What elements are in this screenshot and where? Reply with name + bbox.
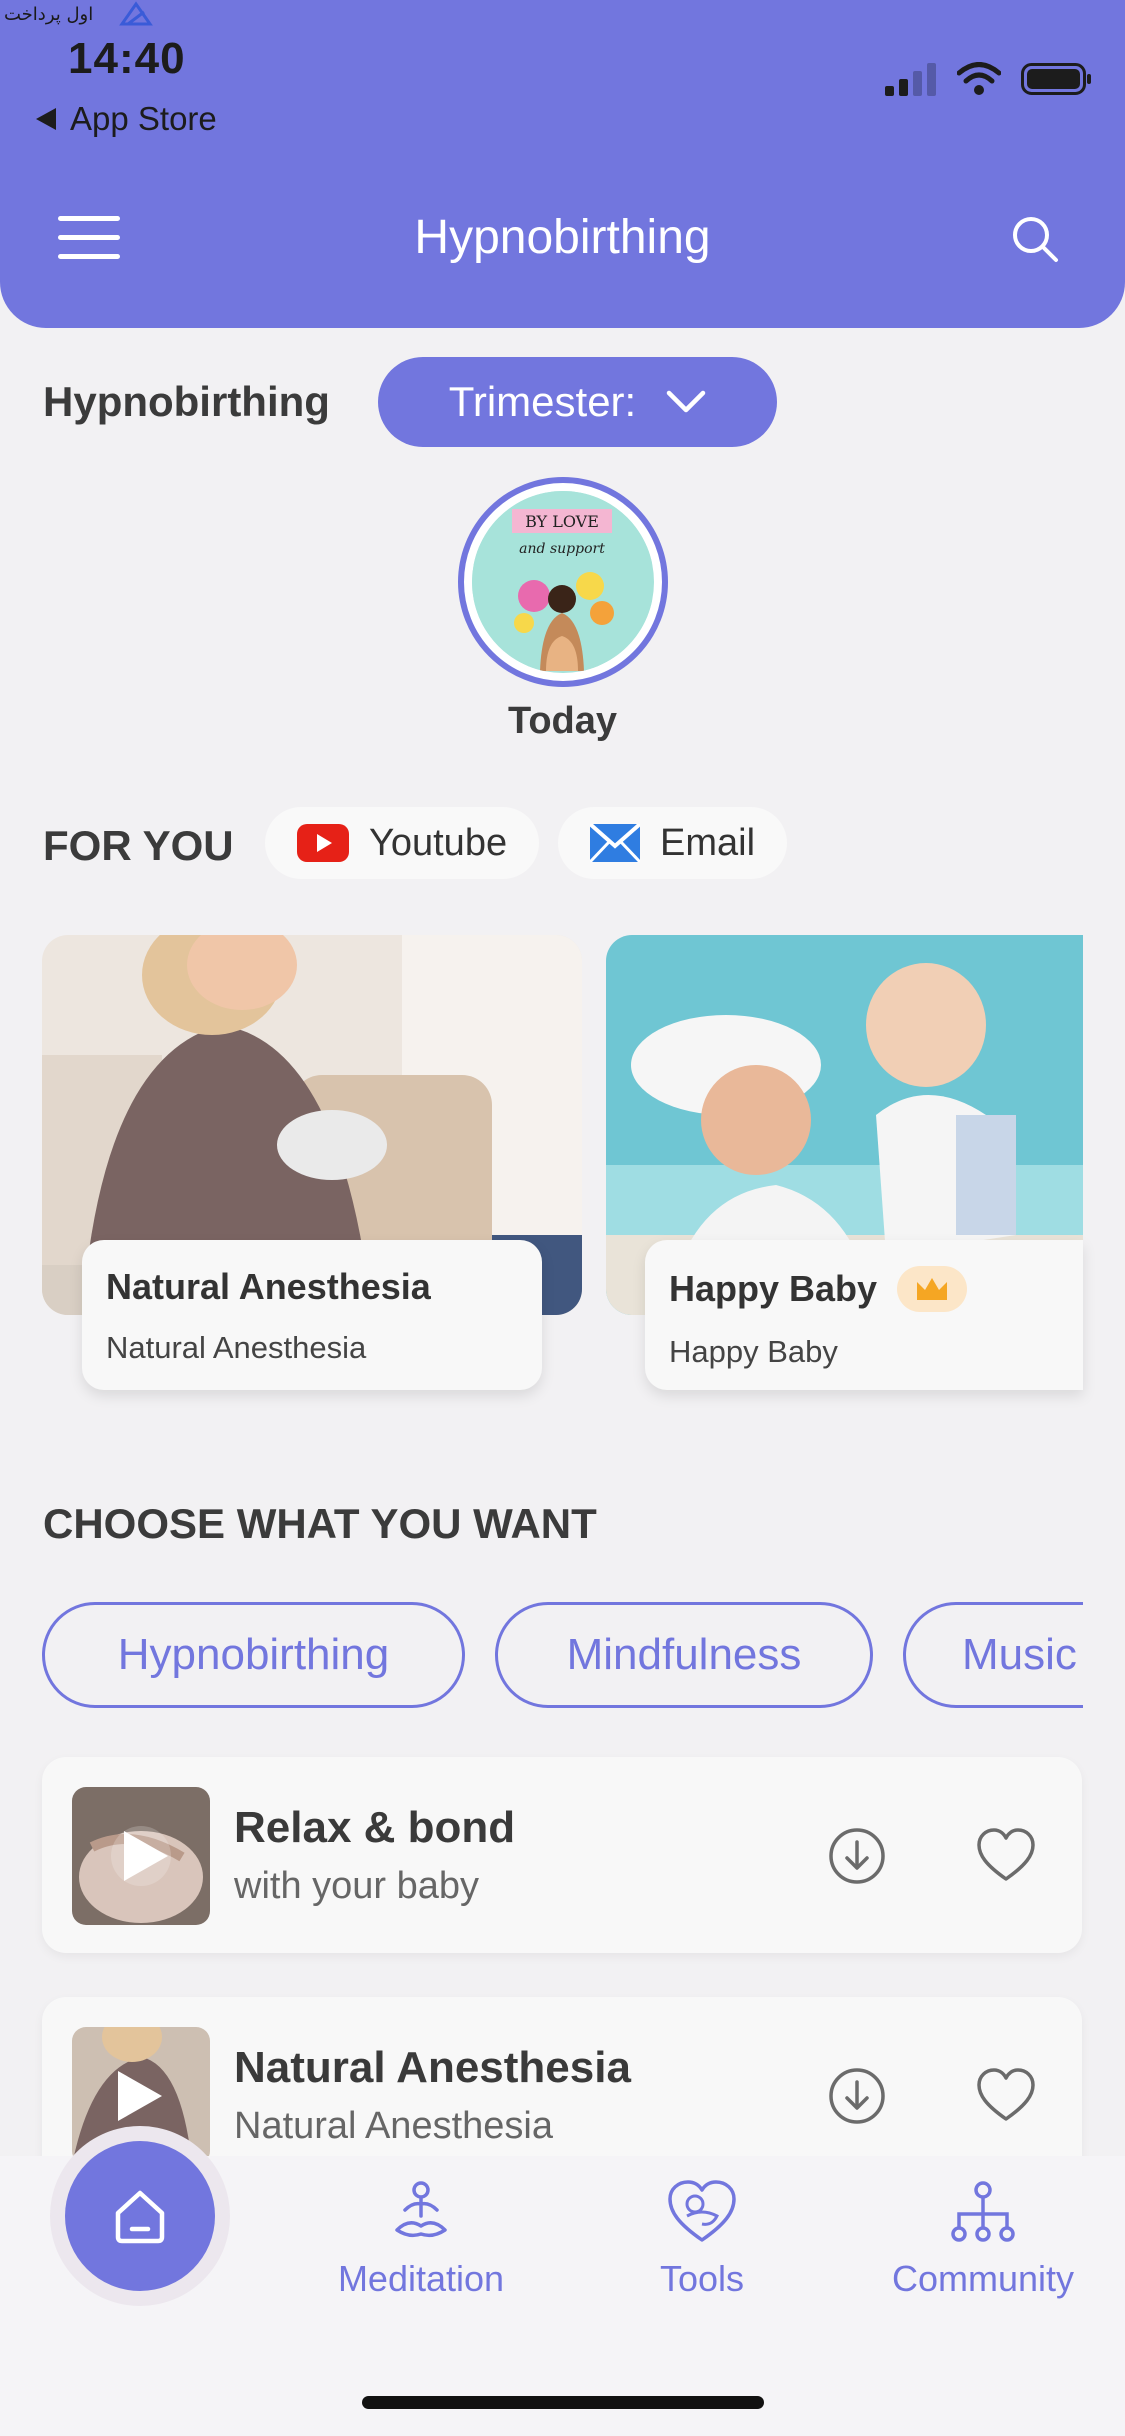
- track-title: Relax & bond: [234, 1803, 516, 1852]
- status-time: 14:40: [68, 34, 186, 83]
- back-to-app-store-link[interactable]: App Store: [36, 100, 217, 138]
- nav-community-label: Community: [891, 2258, 1075, 2299]
- youtube-label: Youtube: [369, 821, 508, 864]
- email-label: Email: [660, 821, 756, 864]
- download-icon[interactable]: [828, 1827, 886, 1885]
- today-image-text-2: and support: [519, 541, 605, 557]
- nav-tools-label: Tools: [659, 2258, 745, 2299]
- crown-icon: [897, 1266, 968, 1312]
- baby-heart-icon: [668, 2180, 736, 2242]
- nav-community[interactable]: Community: [873, 2180, 1093, 2300]
- choose-label: CHOOSE WHAT YOU WANT: [43, 1500, 597, 1547]
- watermark-logo: اول پرداخت: [4, 1, 153, 26]
- card-subtitle: Natural Anesthesia: [106, 1330, 367, 1365]
- page-title: Hypnobirthing: [414, 211, 711, 264]
- today-label: Today: [507, 700, 618, 742]
- track-subtitle: with your baby: [234, 1865, 480, 1907]
- heart-icon[interactable]: [976, 1827, 1036, 1885]
- card-info-happy-baby[interactable]: Happy Baby Happy Baby: [645, 1240, 1083, 1390]
- email-icon: [590, 824, 640, 862]
- back-arrow-icon: [36, 108, 56, 130]
- track-title: Natural Anesthesia: [234, 2043, 631, 2092]
- category-hypnobirthing[interactable]: Hypnobirthing: [42, 1602, 465, 1708]
- card-subtitle: Happy Baby: [669, 1334, 838, 1369]
- category-music[interactable]: Music: [903, 1602, 1083, 1708]
- youtube-button[interactable]: Youtube: [265, 807, 540, 879]
- wifi-icon: [957, 62, 1001, 95]
- card-info-natural-anesthesia[interactable]: Natural Anesthesia Natural Anesthesia: [82, 1240, 542, 1390]
- category-mindfulness[interactable]: Mindfulness: [495, 1602, 873, 1708]
- trimester-dropdown[interactable]: Trimester:: [378, 357, 777, 447]
- today-story-avatar[interactable]: BY LOVE and support: [458, 477, 668, 687]
- signal-icon: [885, 63, 936, 96]
- search-icon[interactable]: [1010, 214, 1060, 264]
- card-title: Happy Baby: [669, 1268, 878, 1309]
- today-story-image: BY LOVE and support: [472, 491, 654, 673]
- nav-meditation[interactable]: Meditation: [311, 2180, 531, 2300]
- nav-meditation-label: Meditation: [337, 2258, 505, 2299]
- chevron-down-icon: [666, 390, 706, 413]
- battery-icon: [1021, 63, 1091, 95]
- heart-icon[interactable]: [976, 2067, 1036, 2125]
- home-icon: [115, 2190, 165, 2244]
- nav-tools[interactable]: Tools: [592, 2180, 812, 2300]
- svg-text:اول پرداخت: اول پرداخت: [4, 4, 93, 25]
- card-title: Natural Anesthesia: [106, 1266, 431, 1307]
- meditation-icon: [395, 2181, 447, 2238]
- youtube-icon: [297, 824, 349, 862]
- track-row[interactable]: Relax & bond with your baby: [42, 1757, 1082, 1953]
- for-you-label: FOR YOU: [43, 822, 234, 869]
- trimester-label: Trimester:: [448, 378, 637, 425]
- email-button[interactable]: Email: [558, 807, 788, 879]
- filter-label: Hypnobirthing: [43, 378, 330, 425]
- category-music-clip: Music: [903, 1602, 1083, 1708]
- back-label: App Store: [70, 100, 217, 137]
- status-icons: [885, 62, 1093, 96]
- track-thumbnail: [72, 1787, 210, 1925]
- community-icon: [951, 2181, 1015, 2242]
- download-icon[interactable]: [828, 2067, 886, 2125]
- track-subtitle: Natural Anesthesia: [234, 2105, 553, 2147]
- home-indicator[interactable]: [362, 2396, 764, 2409]
- today-image-text-1: BY LOVE: [525, 512, 599, 531]
- mother-illustration: BY LOVE and support: [472, 491, 652, 671]
- home-button[interactable]: [50, 2126, 230, 2306]
